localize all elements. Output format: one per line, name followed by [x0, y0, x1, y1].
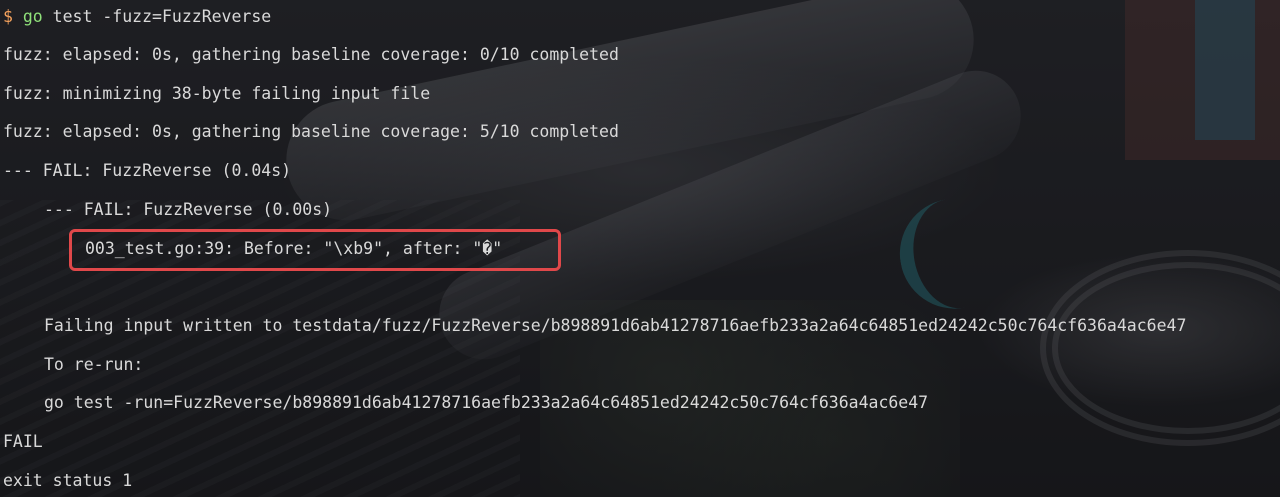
output-line-failing-input: Failing input written to testdata/fuzz/F… — [44, 316, 1187, 335]
command-line: $ go test -fuzz=FuzzReverse — [3, 7, 271, 27]
output-line-baseline-5: fuzz: elapsed: 0s, gathering baseline co… — [3, 122, 619, 141]
command-program: go — [22, 7, 43, 26]
output-line-fail-inner: --- FAIL: FuzzReverse (0.00s) — [44, 200, 333, 219]
output-line-fail: FAIL — [3, 432, 43, 451]
terminal-window[interactable]: $ go test -fuzz=FuzzReverse fuzz: elapse… — [0, 0, 1280, 497]
output-line-rerun-label: To re-run: — [44, 355, 144, 374]
command-args: test -fuzz=FuzzReverse — [42, 7, 272, 26]
output-line-error-detail: 003_test.go:39: Before: "\xb9", after: "… — [85, 239, 503, 258]
prompt-symbol: $ — [3, 7, 13, 26]
output-line-rerun-command: go test -run=FuzzReverse/b898891d6ab4127… — [44, 393, 929, 412]
output-line-baseline-0: fuzz: elapsed: 0s, gathering baseline co… — [3, 45, 619, 64]
output-line-exit-status: exit status 1 — [3, 471, 133, 490]
output-line-fail-outer: --- FAIL: FuzzReverse (0.04s) — [3, 161, 292, 180]
output-line-minimizing: fuzz: minimizing 38-byte failing input f… — [3, 84, 431, 103]
